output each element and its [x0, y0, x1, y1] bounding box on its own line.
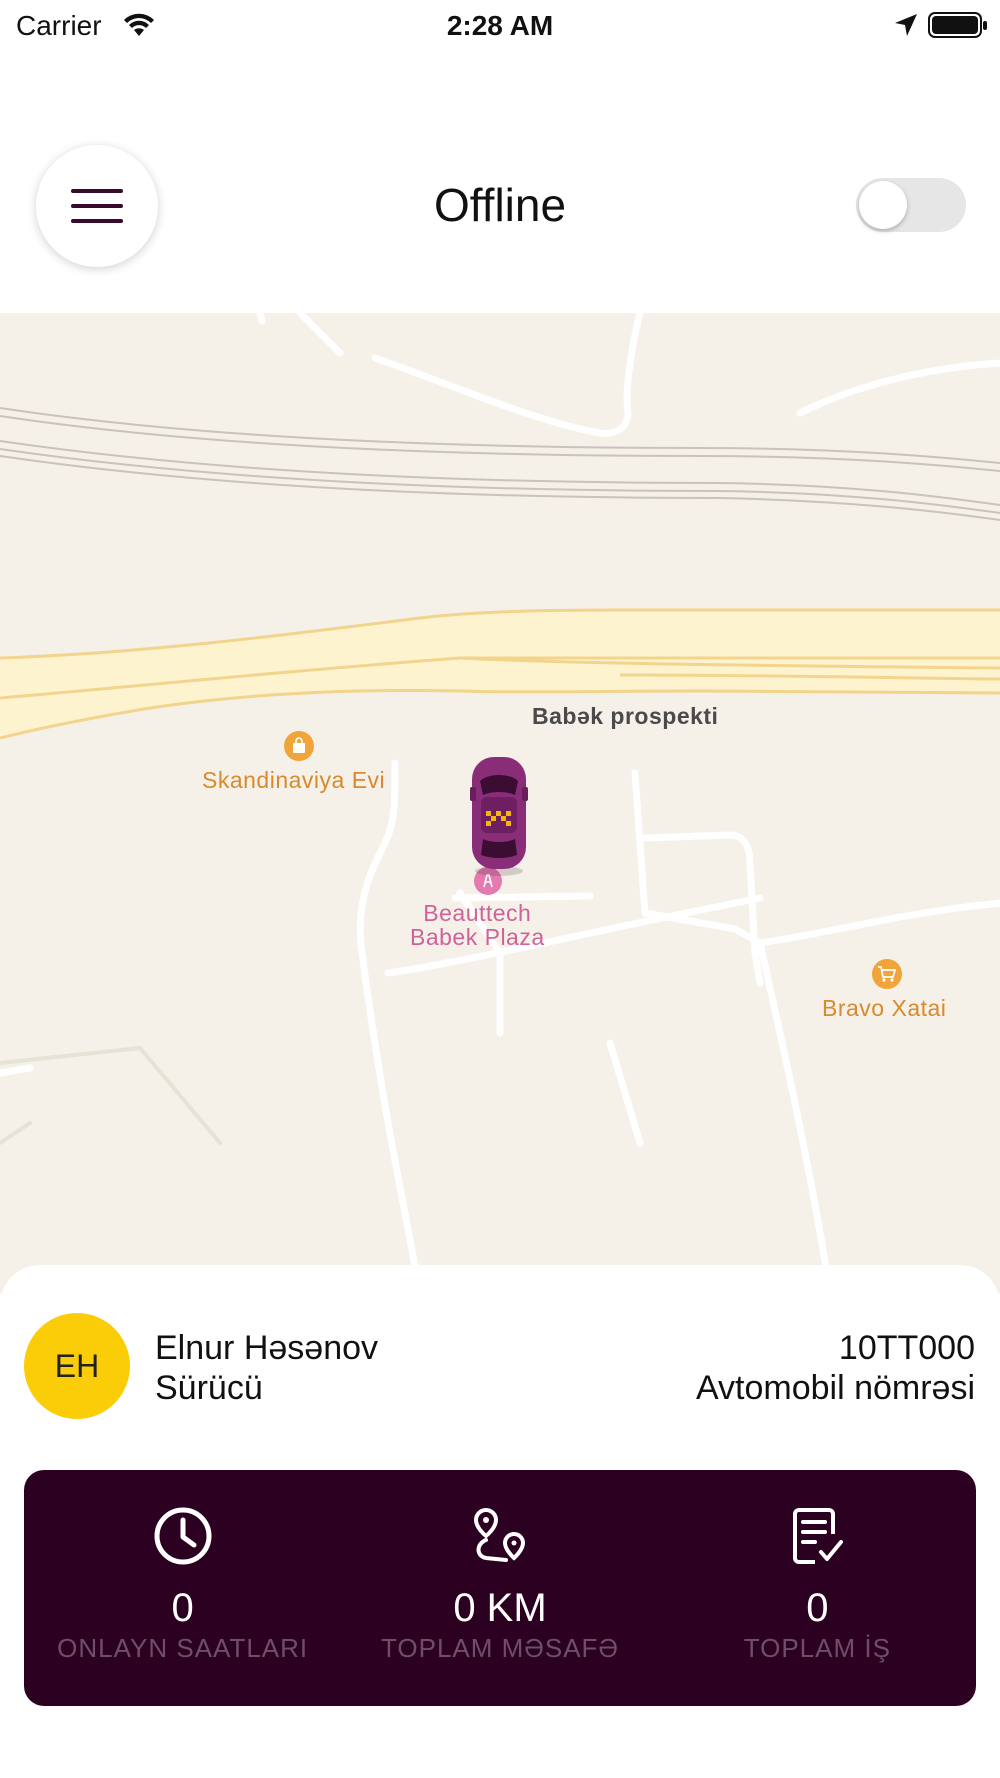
route-icon — [473, 1507, 525, 1562]
shopping-cart-icon[interactable] — [872, 959, 902, 989]
toggle-knob — [859, 181, 907, 229]
street-label: Babək prospekti — [532, 703, 719, 729]
driver-name: Elnur Həsənov — [155, 1329, 379, 1367]
poi-bravo-label[interactable]: Bravo Xatai — [822, 995, 946, 1022]
stat-total-jobs: 0 TOPLAM İŞ — [659, 1470, 976, 1706]
poi-beauttech-line1: Beauttech — [423, 900, 532, 926]
map-view[interactable]: Babək prospekti Skandinaviya Evi Bravo X… — [0, 313, 1000, 1293]
avatar[interactable]: EH — [24, 1313, 130, 1419]
shopping-bag-icon[interactable] — [284, 731, 314, 761]
page-title: Offline — [433, 179, 567, 231]
stat-value: 0 — [806, 1586, 829, 1630]
car-plate-number: 10TT000 — [838, 1329, 975, 1367]
status-time: 2:28 AM — [446, 10, 554, 41]
stat-label: TOPLAM MƏSAFƏ — [380, 1633, 619, 1663]
poi-beauttech-line2: Babek Plaza — [410, 924, 545, 950]
status-bar: Carrier 2:28 AM — [0, 0, 1000, 50]
stat-label: ONLAYN SAATLARI — [57, 1633, 309, 1663]
stats-panel: 0 ONLAYN SAATLARI 0 KM TOPLAM MƏSAFƏ 0 T… — [24, 1470, 976, 1706]
battery-icon — [928, 12, 987, 38]
clock-icon — [154, 1507, 212, 1565]
online-toggle[interactable] — [856, 178, 966, 232]
driver-info-sheet: EH Elnur Həsənov Sürücü 10TT000 Avtomobi… — [0, 1265, 1000, 1778]
stat-online-hours: 0 ONLAYN SAATLARI — [24, 1470, 341, 1706]
poi-skandinaviya-label[interactable]: Skandinaviya Evi — [202, 767, 385, 794]
poi-beauttech-label[interactable]: Beauttech Babek Plaza — [410, 901, 545, 949]
car-marker-icon — [470, 757, 528, 876]
task-list-icon — [793, 1508, 844, 1564]
stat-label: TOPLAM İŞ — [743, 1633, 891, 1663]
stat-value: 0 KM — [453, 1586, 547, 1630]
stat-value: 0 — [171, 1586, 194, 1630]
stat-total-distance: 0 KM TOPLAM MƏSAFƏ — [341, 1470, 658, 1706]
location-arrow-icon — [895, 14, 917, 36]
driver-role: Sürücü — [155, 1369, 263, 1407]
car-plate-label: Avtomobil nömrəsi — [695, 1369, 975, 1407]
